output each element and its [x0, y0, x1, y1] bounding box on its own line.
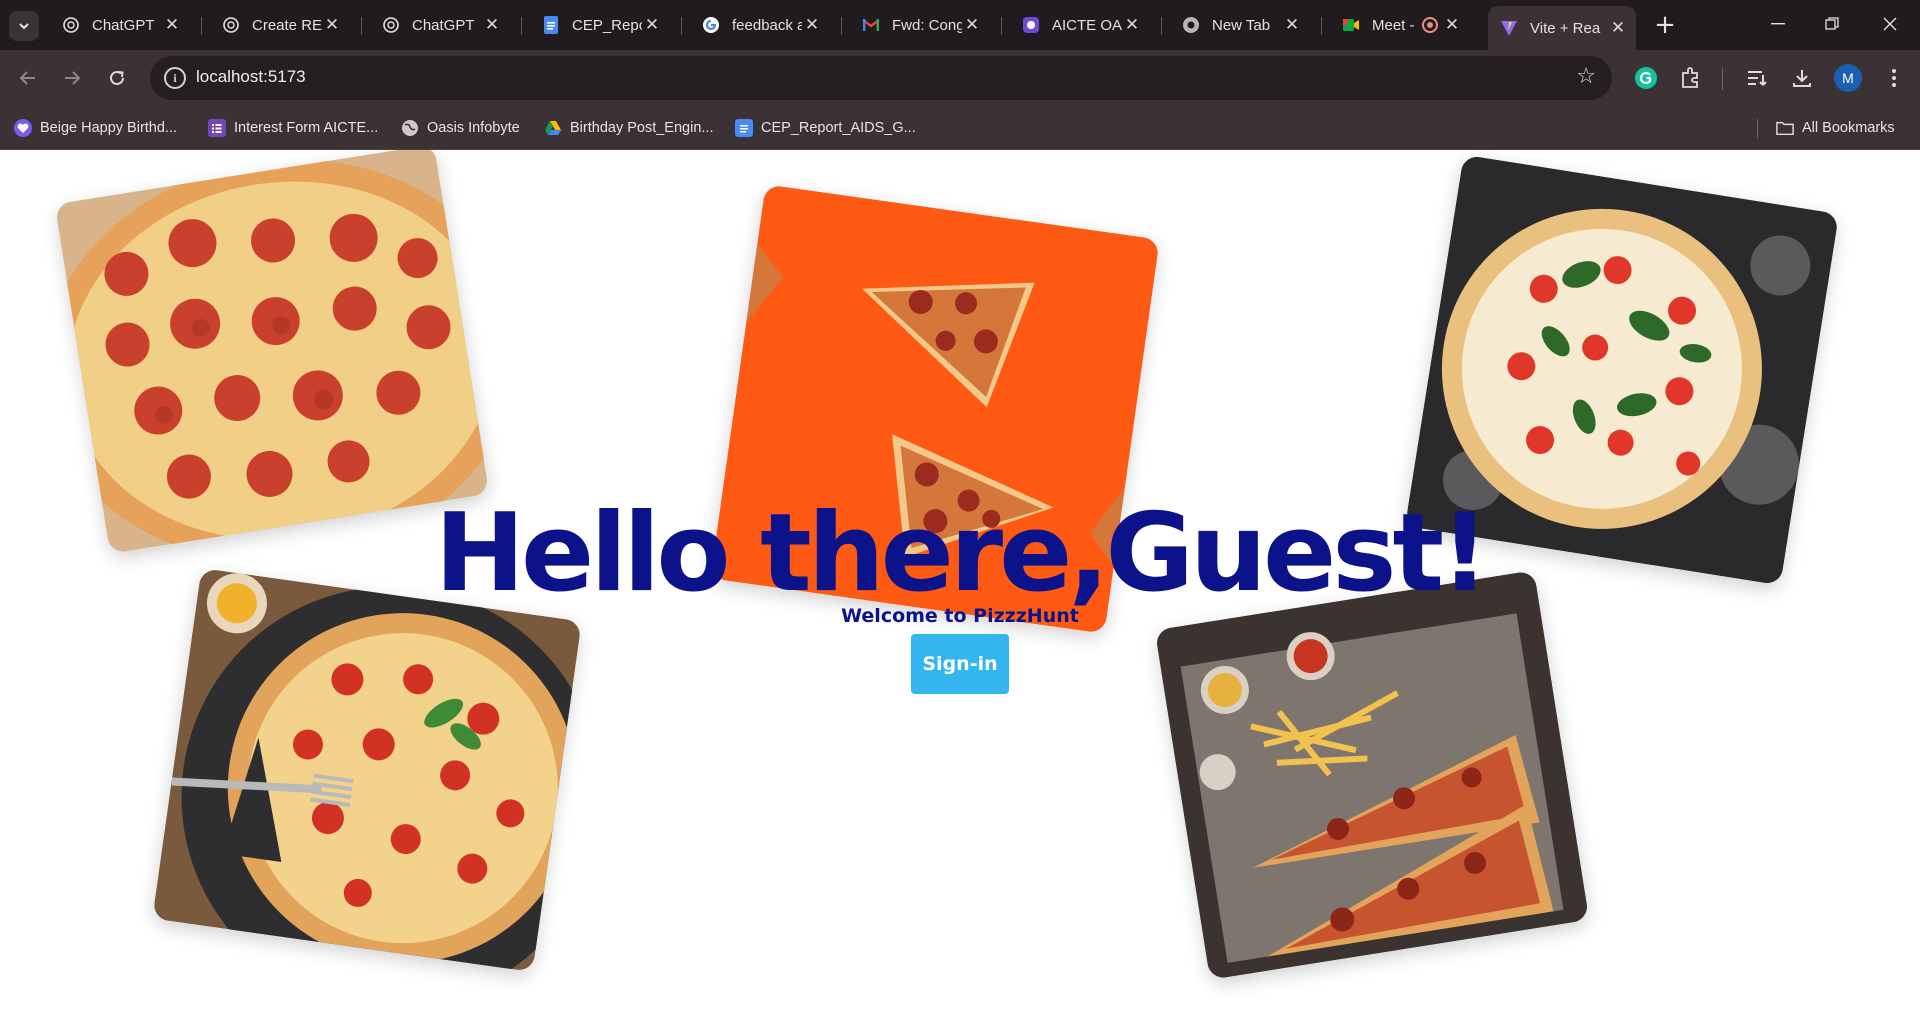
extensions-icon[interactable]: [1674, 62, 1706, 94]
minimize-icon[interactable]: [1754, 6, 1802, 42]
tab-title: ChatGPT: [412, 16, 475, 34]
bookmark-label: Beige Happy Birthd...: [40, 120, 178, 136]
toolbar-divider: [1722, 68, 1723, 90]
page-content: Hello there,Guest! Welcome to PizzzHunt …: [0, 150, 1920, 1020]
bookmark-cep-report[interactable]: CEP_Report_AIDS_G...: [735, 116, 916, 140]
all-bookmarks-label: All Bookmarks: [1802, 120, 1895, 136]
site-info-icon[interactable]: i: [164, 67, 186, 89]
tab-cep-report[interactable]: CEP_Repor ✕: [530, 8, 670, 42]
tab-chatgpt-1[interactable]: ChatGPT ✕: [50, 8, 190, 42]
bookmark-star-icon[interactable]: ☆: [1576, 64, 1596, 89]
bookmark-interest-form[interactable]: Interest Form AICTE...: [208, 116, 378, 140]
tab-create-readme[interactable]: Create REA ✕: [210, 8, 350, 42]
bookmark-birthday-post[interactable]: Birthday Post_Engin...: [544, 116, 713, 140]
bookmark-label: CEP_Report_AIDS_G...: [761, 120, 916, 136]
google-meet-icon: [1342, 16, 1360, 34]
tab-new-tab[interactable]: New Tab ✕: [1170, 8, 1310, 42]
google-forms-icon: [208, 119, 226, 137]
recording-icon: [1422, 17, 1438, 33]
tab-separator: [361, 17, 362, 35]
close-icon[interactable]: ✕: [482, 15, 502, 35]
browser-toolbar: i localhost:5173 ☆ M: [0, 50, 1920, 106]
back-icon[interactable]: [10, 60, 46, 96]
tab-chatgpt-2[interactable]: ChatGPT ✕: [370, 8, 510, 42]
download-icon[interactable]: [1786, 62, 1818, 94]
tab-title: Fwd: Cong: [892, 16, 962, 34]
tab-strip: ChatGPT ✕ Create REA ✕ ChatGPT ✕ CEP_Rep…: [0, 0, 1920, 50]
bookmarks-divider: [1757, 119, 1758, 139]
tab-gmail[interactable]: Fwd: Cong ✕: [850, 8, 990, 42]
grammarly-icon[interactable]: [1630, 62, 1662, 94]
close-icon[interactable]: ✕: [1442, 15, 1462, 35]
close-icon[interactable]: ✕: [802, 15, 822, 35]
reload-icon[interactable]: [99, 60, 135, 96]
tab-title: ChatGPT: [92, 16, 155, 34]
bookmark-label: Birthday Post_Engin...: [570, 120, 714, 136]
globe-icon: [401, 119, 419, 137]
tab-title: Vite + Rea: [1530, 19, 1601, 37]
close-icon[interactable]: ✕: [1122, 15, 1142, 35]
all-bookmarks-button[interactable]: All Bookmarks: [1776, 116, 1895, 140]
bookmarks-bar: Beige Happy Birthd... Interest Form AICT…: [0, 106, 1920, 150]
profile-avatar[interactable]: M: [1834, 64, 1862, 92]
pizza-and-fries-photo: [1154, 570, 1590, 980]
gmail-icon: [862, 16, 880, 34]
sign-in-button[interactable]: Sign-in: [911, 634, 1009, 694]
address-bar[interactable]: i localhost:5173 ☆: [150, 56, 1612, 100]
bookmark-beige-birthday[interactable]: Beige Happy Birthd...: [14, 116, 177, 140]
pepperoni-pizza-photo: [54, 150, 490, 554]
page-title: Hello there,Guest!: [434, 491, 1490, 616]
welcome-subtitle: Welcome to PizzzHunt: [841, 605, 1079, 627]
vite-icon: [1500, 19, 1518, 37]
folder-icon: [1776, 119, 1794, 137]
tab-title: feedback a: [732, 16, 802, 34]
aicte-icon: [1022, 16, 1040, 34]
tab-separator: [521, 17, 522, 35]
close-icon[interactable]: ✕: [322, 15, 342, 35]
google-docs-icon: [735, 119, 753, 137]
tab-feedback[interactable]: feedback a ✕: [690, 8, 830, 42]
tab-meet[interactable]: Meet - ✕: [1330, 8, 1470, 42]
tab-title: Meet -: [1372, 16, 1415, 34]
tab-vite-react[interactable]: Vite + Rea ✕: [1488, 6, 1636, 50]
bookmark-oasis-infobyte[interactable]: Oasis Infobyte: [401, 116, 520, 140]
chatgpt-icon: [382, 16, 400, 34]
tab-separator: [1001, 17, 1002, 35]
restore-icon[interactable]: [1808, 6, 1856, 42]
tab-separator: [841, 17, 842, 35]
more-menu-icon[interactable]: [1878, 62, 1910, 94]
tab-title: Create REA: [252, 16, 322, 34]
close-icon[interactable]: ✕: [1608, 18, 1628, 38]
google-docs-icon: [542, 16, 560, 34]
tab-separator: [1161, 17, 1162, 35]
google-drive-icon: [544, 119, 562, 137]
close-icon[interactable]: ✕: [1282, 15, 1302, 35]
reading-list-icon[interactable]: [1742, 62, 1774, 94]
google-icon: [702, 16, 720, 34]
address-url[interactable]: localhost:5173: [196, 67, 306, 87]
tab-separator: [681, 17, 682, 35]
chatgpt-icon: [222, 16, 240, 34]
tab-title: AICTE OAS: [1052, 16, 1122, 34]
close-icon[interactable]: ✕: [642, 15, 662, 35]
new-tab-button[interactable]: +: [1650, 10, 1680, 40]
tab-title: New Tab: [1212, 16, 1271, 34]
pizza-with-fork-photo: [152, 568, 582, 972]
close-icon[interactable]: ✕: [162, 15, 182, 35]
close-window-icon[interactable]: [1866, 6, 1914, 42]
chrome-icon: [1182, 16, 1200, 34]
close-icon[interactable]: ✕: [962, 15, 982, 35]
tab-separator: [1321, 17, 1322, 35]
tab-search-dropdown-icon[interactable]: [9, 11, 39, 41]
canva-heart-icon: [14, 119, 32, 137]
forward-icon[interactable]: [54, 60, 90, 96]
chatgpt-icon: [62, 16, 80, 34]
bookmark-label: Interest Form AICTE...: [234, 120, 379, 136]
tab-aicte[interactable]: AICTE OAS ✕: [1010, 8, 1150, 42]
tab-separator: [201, 17, 202, 35]
tab-title: CEP_Repor: [572, 16, 642, 34]
bookmark-label: Oasis Infobyte: [427, 120, 520, 136]
